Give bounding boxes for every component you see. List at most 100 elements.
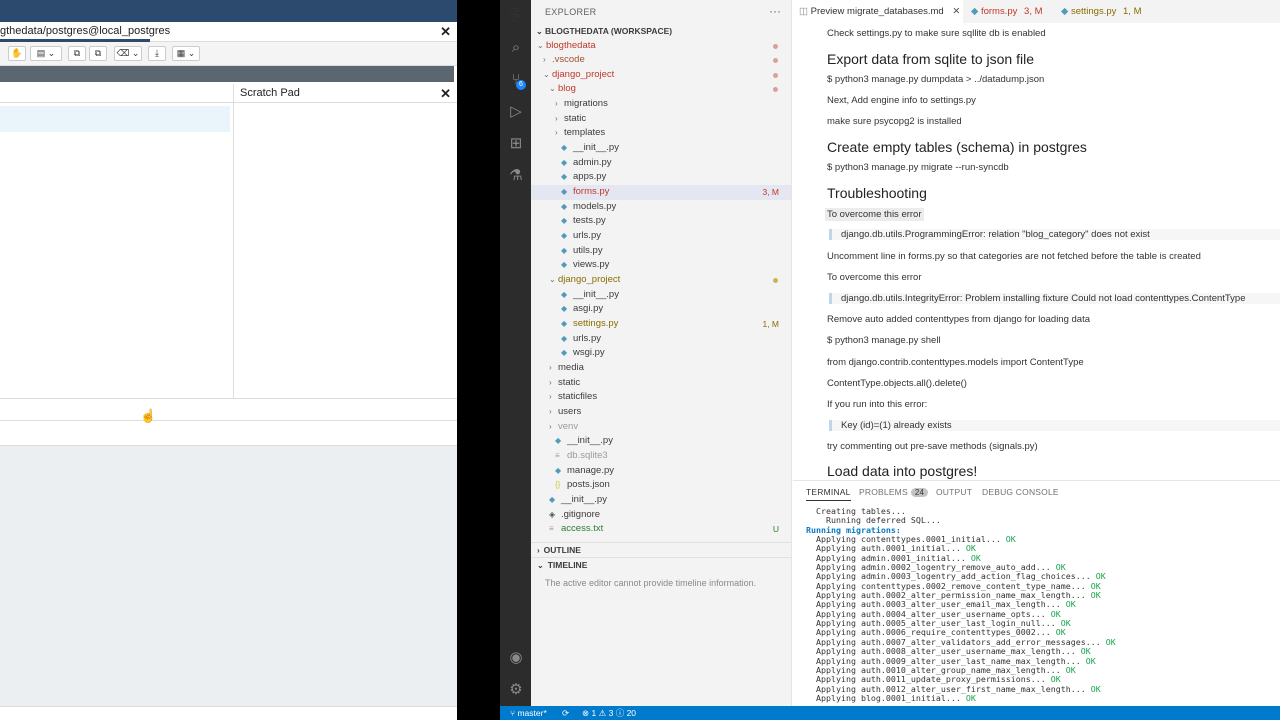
query-tab-title[interactable]: gthedata/postgres@local_postgres — [0, 25, 170, 37]
run-debug-icon[interactable]: ▷ — [506, 102, 526, 122]
markdown-preview[interactable]: Check settings.py to make sure sqllite d… — [793, 23, 1280, 480]
python-file-icon: ◆ — [555, 436, 562, 446]
problems-indicator[interactable]: ⊗ 1 ⚠ 3 ⓘ 20 — [582, 706, 636, 720]
close-scratch-pad-icon[interactable]: ✕ — [440, 86, 451, 102]
tree-item[interactable]: › users — [531, 405, 791, 420]
tree-item[interactable]: › media — [531, 361, 791, 376]
clear-dropdown-icon[interactable]: ⌫ ⌄ — [114, 46, 142, 61]
chevron-down-icon: ⌄ — [543, 69, 550, 79]
tab-preview-migrate-databases[interactable]: ◫ Preview migrate_databases.md ✕ — [793, 0, 963, 23]
python-file-icon: ◆ — [561, 187, 568, 197]
tab-problems[interactable]: PROBLEMS 24 — [859, 487, 929, 497]
tab-settings-py[interactable]: ◆ settings.py 1, M — [1055, 0, 1148, 23]
paste-icon[interactable]: ⧉ — [89, 46, 107, 61]
tree-item[interactable]: › static — [531, 112, 791, 127]
extensions-icon[interactable]: ⊞ — [506, 134, 526, 154]
sync-icon[interactable]: ⟳ — [562, 706, 569, 720]
tree-item[interactable]: ◆ views.py — [531, 258, 791, 273]
tree-item[interactable]: › staticfiles — [531, 390, 791, 405]
search-icon[interactable]: ⌕ — [506, 38, 526, 58]
tree-item[interactable]: ◆ __init__.py — [531, 493, 791, 508]
tree-item[interactable]: › venv — [531, 420, 791, 435]
tree-item[interactable]: ◆ asgi.py — [531, 302, 791, 317]
tree-item[interactable]: › .vscode — [531, 53, 791, 68]
python-file-icon: ◆ — [561, 245, 568, 255]
macros-dropdown-icon[interactable]: ▦ ⌄ — [172, 46, 200, 61]
branch-name: master* — [517, 708, 547, 718]
explorer-icon[interactable]: ⎘ — [506, 6, 526, 26]
tree-item[interactable]: › migrations — [531, 97, 791, 112]
tree-item[interactable]: › templates — [531, 126, 791, 141]
tree-item[interactable]: ◆ apps.py — [531, 170, 791, 185]
tree-item[interactable]: ◆ models.py — [531, 200, 791, 215]
tree-item[interactable]: ◆ admin.py — [531, 156, 791, 171]
copy-icon[interactable]: ⧉ — [68, 46, 86, 61]
tree-item[interactable]: ◆ forms.py 3, M — [531, 185, 791, 200]
tree-item[interactable]: {} posts.json — [531, 478, 791, 493]
branch-indicator[interactable]: ⑂ master* — [510, 706, 547, 720]
terminal-output[interactable]: Creating tables... Running deferred SQL.… — [806, 506, 1276, 703]
tree-item-label: views.py — [573, 259, 610, 271]
tree-item-label: users — [558, 406, 582, 417]
messages-bar — [0, 420, 457, 446]
timeline-message: The active editor cannot provide timelin… — [545, 578, 757, 588]
tree-item[interactable]: › static — [531, 376, 791, 391]
git-status-dot — [773, 72, 778, 78]
preview-paragraph: Next, Add engine info to settings.py — [827, 95, 976, 106]
tree-item-label: django_project — [552, 68, 615, 80]
panel-splitter[interactable] — [233, 84, 234, 398]
tree-item[interactable]: ◆ tests.py — [531, 214, 791, 229]
testing-icon[interactable]: ⚗ — [506, 166, 526, 186]
tab-forms-py[interactable]: ◆ forms.py 3, M — [965, 0, 1049, 23]
query-editor-active-line[interactable] — [0, 106, 230, 132]
tree-item[interactable]: ◆ wsgi.py — [531, 346, 791, 361]
timeline-section[interactable]: ⌄ TIMELINE — [531, 557, 791, 571]
pgadmin-window: gthedata/postgres@local_postgres ✕ ✋ ▤ ⌄… — [0, 0, 457, 720]
tree-item[interactable]: ◆ settings.py 1, M — [531, 317, 791, 332]
filter-dropdown-icon[interactable]: ▤ ⌄ — [30, 46, 62, 61]
tree-item[interactable]: ◆ urls.py — [531, 332, 791, 347]
tree-item-label: .gitignore — [561, 508, 601, 520]
error-count: 1 — [591, 708, 597, 718]
explorer-title: EXPLORER — [545, 7, 597, 17]
tree-item-label: __init__.py — [561, 493, 607, 505]
workspace-header[interactable]: ⌄ BLOGTHEDATA (WORKSPACE) — [536, 26, 672, 36]
python-file-icon: ◆ — [561, 289, 568, 299]
tree-item[interactable]: ◈ .gitignore — [531, 508, 791, 523]
tree-item[interactable]: ◆ urls.py — [531, 229, 791, 244]
download-icon[interactable]: ⤓ — [148, 46, 166, 61]
tree-item-label: __init__.py — [573, 288, 619, 300]
tree-item[interactable]: ◆ utils.py — [531, 244, 791, 259]
tree-item[interactable]: ≡ access.txt U — [531, 522, 791, 537]
tree-item-label: .vscode — [552, 54, 585, 66]
tree-item[interactable]: ◆ manage.py — [531, 464, 791, 479]
tree-item[interactable]: ≡ db.sqlite3 — [531, 449, 791, 464]
tree-item[interactable]: ⌄ django_project — [531, 273, 791, 288]
more-actions-icon[interactable]: ··· — [769, 4, 781, 18]
select-icon[interactable]: ✋ — [8, 46, 26, 61]
info-icon: ⓘ — [615, 708, 627, 718]
terminal-ok-status: OK — [1000, 534, 1016, 545]
tab-terminal[interactable]: TERMINAL — [806, 487, 851, 501]
preview-paragraph: $ python3 manage.py shell — [827, 335, 941, 346]
tree-item-label: tests.py — [573, 215, 606, 227]
tree-item[interactable]: ◆ __init__.py — [531, 288, 791, 303]
python-file-icon: ◆ — [561, 231, 568, 241]
tree-item-label: settings.py — [573, 318, 619, 330]
tree-item[interactable]: ◆ __init__.py — [531, 434, 791, 449]
tree-item[interactable]: ⌄ django_project — [531, 68, 791, 83]
tree-item-label: __init__.py — [573, 142, 619, 154]
tree-item[interactable]: ◆ __init__.py — [531, 141, 791, 156]
close-tab-icon[interactable]: ✕ — [440, 24, 451, 40]
tree-item[interactable]: ⌄ blogthedata — [531, 39, 791, 54]
settings-gear-icon[interactable]: ⚙ — [506, 680, 526, 700]
tree-item[interactable]: ⌄ blog — [531, 82, 791, 97]
close-tab-icon[interactable]: ✕ — [952, 6, 960, 17]
python-file-icon: ◆ — [561, 260, 568, 270]
outline-section[interactable]: › OUTLINE — [531, 542, 791, 556]
tree-item-label: urls.py — [573, 332, 601, 344]
tab-output[interactable]: OUTPUT — [936, 487, 972, 497]
tab-debug-console[interactable]: DEBUG CONSOLE — [982, 487, 1059, 497]
account-icon[interactable]: ◉ — [506, 648, 526, 668]
preview-blockquote: django.db.utils.ProgrammingError: relati… — [829, 229, 1280, 240]
